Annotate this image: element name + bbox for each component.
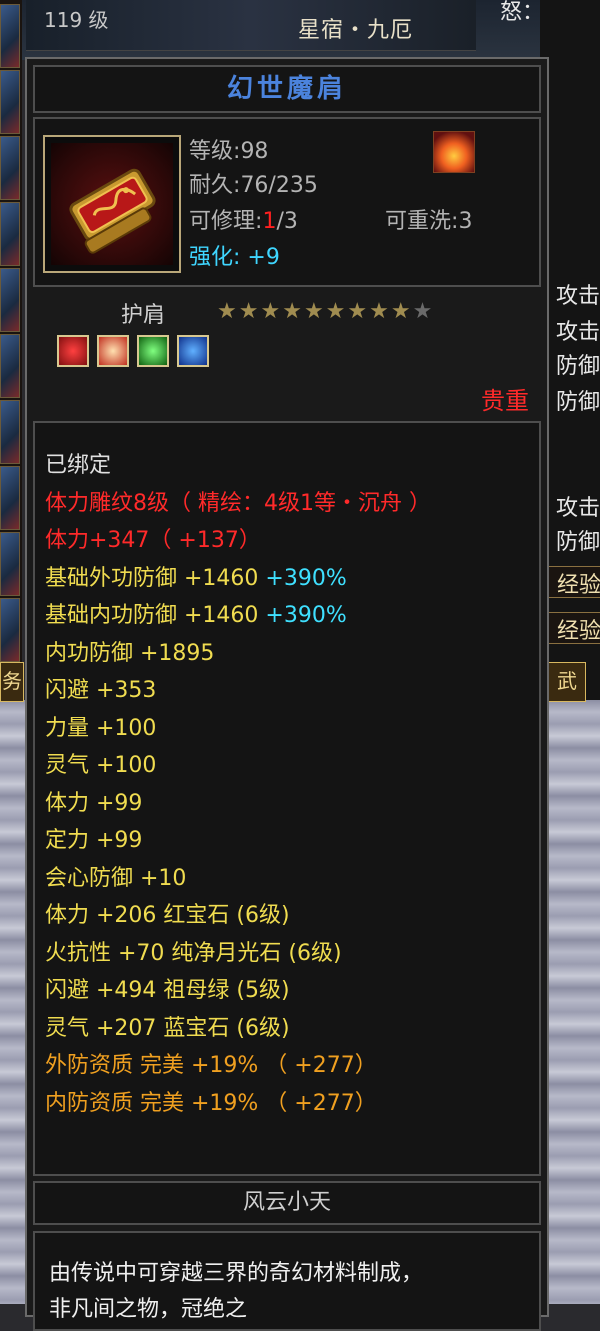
stat-line: 定力 +99 (45, 828, 143, 853)
target-name: 星宿・九厄 (298, 18, 414, 43)
enhance-field: 强化: +9 (189, 245, 280, 270)
star-empty-icon: ★ (412, 299, 435, 324)
description-line: 非凡间之物，冠绝之 (49, 1297, 248, 1322)
item-stats: 已绑定 体力雕纹8级（ 精绘：4级1等・沉舟 ） 体力+347（ +137） 基… (33, 421, 541, 1176)
star-icon: ★ (238, 299, 261, 324)
item-description: 由传说中可穿越三界的奇幻材料制成， 非凡间之物，冠绝之 (33, 1231, 541, 1331)
stat-line: 内功防御 +1895 (45, 641, 215, 666)
skill-icon[interactable] (0, 4, 20, 68)
sapphire-gem-icon[interactable] (177, 335, 209, 367)
repair-field: 可修理:1/3 (189, 209, 298, 234)
item-name: 幻世魔肩 (226, 74, 347, 104)
gem-stat-line: 体力 +206 红宝石 (6级) (45, 903, 290, 928)
skill-icon[interactable] (0, 532, 20, 596)
bound-status: 已绑定 (45, 453, 112, 478)
emerald-gem-icon[interactable] (137, 335, 169, 367)
item-title-bar: 幻世魔肩 (33, 65, 541, 113)
quality-line: 内防资质 完美 +19% （ +277） (45, 1091, 377, 1116)
star-icon: ★ (347, 299, 370, 324)
right-tab[interactable]: 武 (548, 662, 586, 702)
star-icon: ★ (260, 299, 283, 324)
exp-panel: 经验 (548, 612, 600, 644)
rage-label: 怒： (500, 0, 545, 25)
skill-icon[interactable] (0, 202, 20, 266)
rewash-field: 可重洗:3 (385, 209, 473, 234)
stat-line: 力量 +100 (45, 716, 157, 741)
left-tab[interactable]: 务 (0, 662, 24, 702)
stat-line: 基础外功防御 +1460 +390% (45, 566, 347, 591)
quality-line: 外防资质 完美 +19% （ +277） (45, 1053, 377, 1078)
skill-icon[interactable] (0, 400, 20, 464)
stat-label: 攻击 (556, 496, 600, 521)
star-rating: ★★★★★★★★★★ (217, 299, 434, 324)
stat-label: 防御 (556, 354, 600, 379)
gem-stat-line: 闪避 +494 祖母绿 (5级) (45, 978, 290, 1003)
item-header: 等级:98 耐久:76/235 可修理:1/3 可重洗:3 强化: +9 (33, 117, 541, 287)
flame-icon (433, 131, 475, 173)
stat-label: 攻击 (556, 320, 600, 345)
skill-icon[interactable] (0, 334, 20, 398)
golden-shoulder-pad-icon (51, 143, 173, 265)
crafter-name: 风云小天 (242, 1190, 331, 1215)
star-icon: ★ (325, 299, 348, 324)
rarity-label: 贵重 (481, 387, 529, 415)
target-level: 119 级 (44, 8, 109, 32)
star-icon: ★ (282, 299, 304, 324)
crafter-name-bar: 风云小天 (33, 1181, 541, 1225)
skill-icon[interactable] (0, 70, 20, 134)
star-icon: ★ (303, 299, 326, 324)
stat-line: 闪避 +353 (45, 678, 157, 703)
gem-stat-line: 火抗性 +70 纯净月光石 (6级) (45, 941, 342, 966)
skill-icon[interactable] (0, 466, 20, 530)
stat-line: 灵气 +100 (45, 753, 157, 778)
stat-line: 体力 +99 (45, 791, 143, 816)
skill-icon[interactable] (0, 136, 20, 200)
item-icon-frame (43, 135, 181, 273)
item-subinfo: 护肩 ★★★★★★★★★★ 贵重 (33, 291, 541, 419)
skill-icon[interactable] (0, 268, 20, 332)
star-icon: ★ (369, 299, 391, 324)
stat-label: 防御 (556, 530, 600, 555)
level-field: 等级:98 (189, 139, 269, 164)
stat-label: 攻击 (556, 284, 600, 309)
stat-line: 体力雕纹8级（ 精绘：4级1等・沉舟 ） (45, 491, 431, 516)
star-icon: ★ (217, 299, 239, 324)
moon-gem-icon[interactable] (97, 335, 129, 367)
skill-icon[interactable] (0, 598, 20, 662)
exp-panel: 经验 (548, 566, 600, 598)
item-type: 护肩 (121, 303, 166, 328)
star-icon: ★ (390, 299, 413, 324)
red-gem-icon[interactable] (57, 335, 89, 367)
item-tooltip: 幻世魔肩 等级:98 耐久:76/235 可修理:1/3 可重洗:3 强化: +… (25, 57, 549, 1331)
stat-line: 基础内功防御 +1460 +390% (45, 603, 347, 628)
stat-line: 体力+347（ +137） (45, 528, 261, 553)
stat-line: 会心防御 +10 (45, 866, 187, 891)
durability-field: 耐久:76/235 (189, 173, 318, 198)
gem-stat-line: 灵气 +207 蓝宝石 (6级) (45, 1016, 290, 1041)
description-line: 由传说中可穿越三界的奇幻材料制成， (49, 1261, 424, 1286)
stat-label: 防御 (556, 390, 600, 415)
